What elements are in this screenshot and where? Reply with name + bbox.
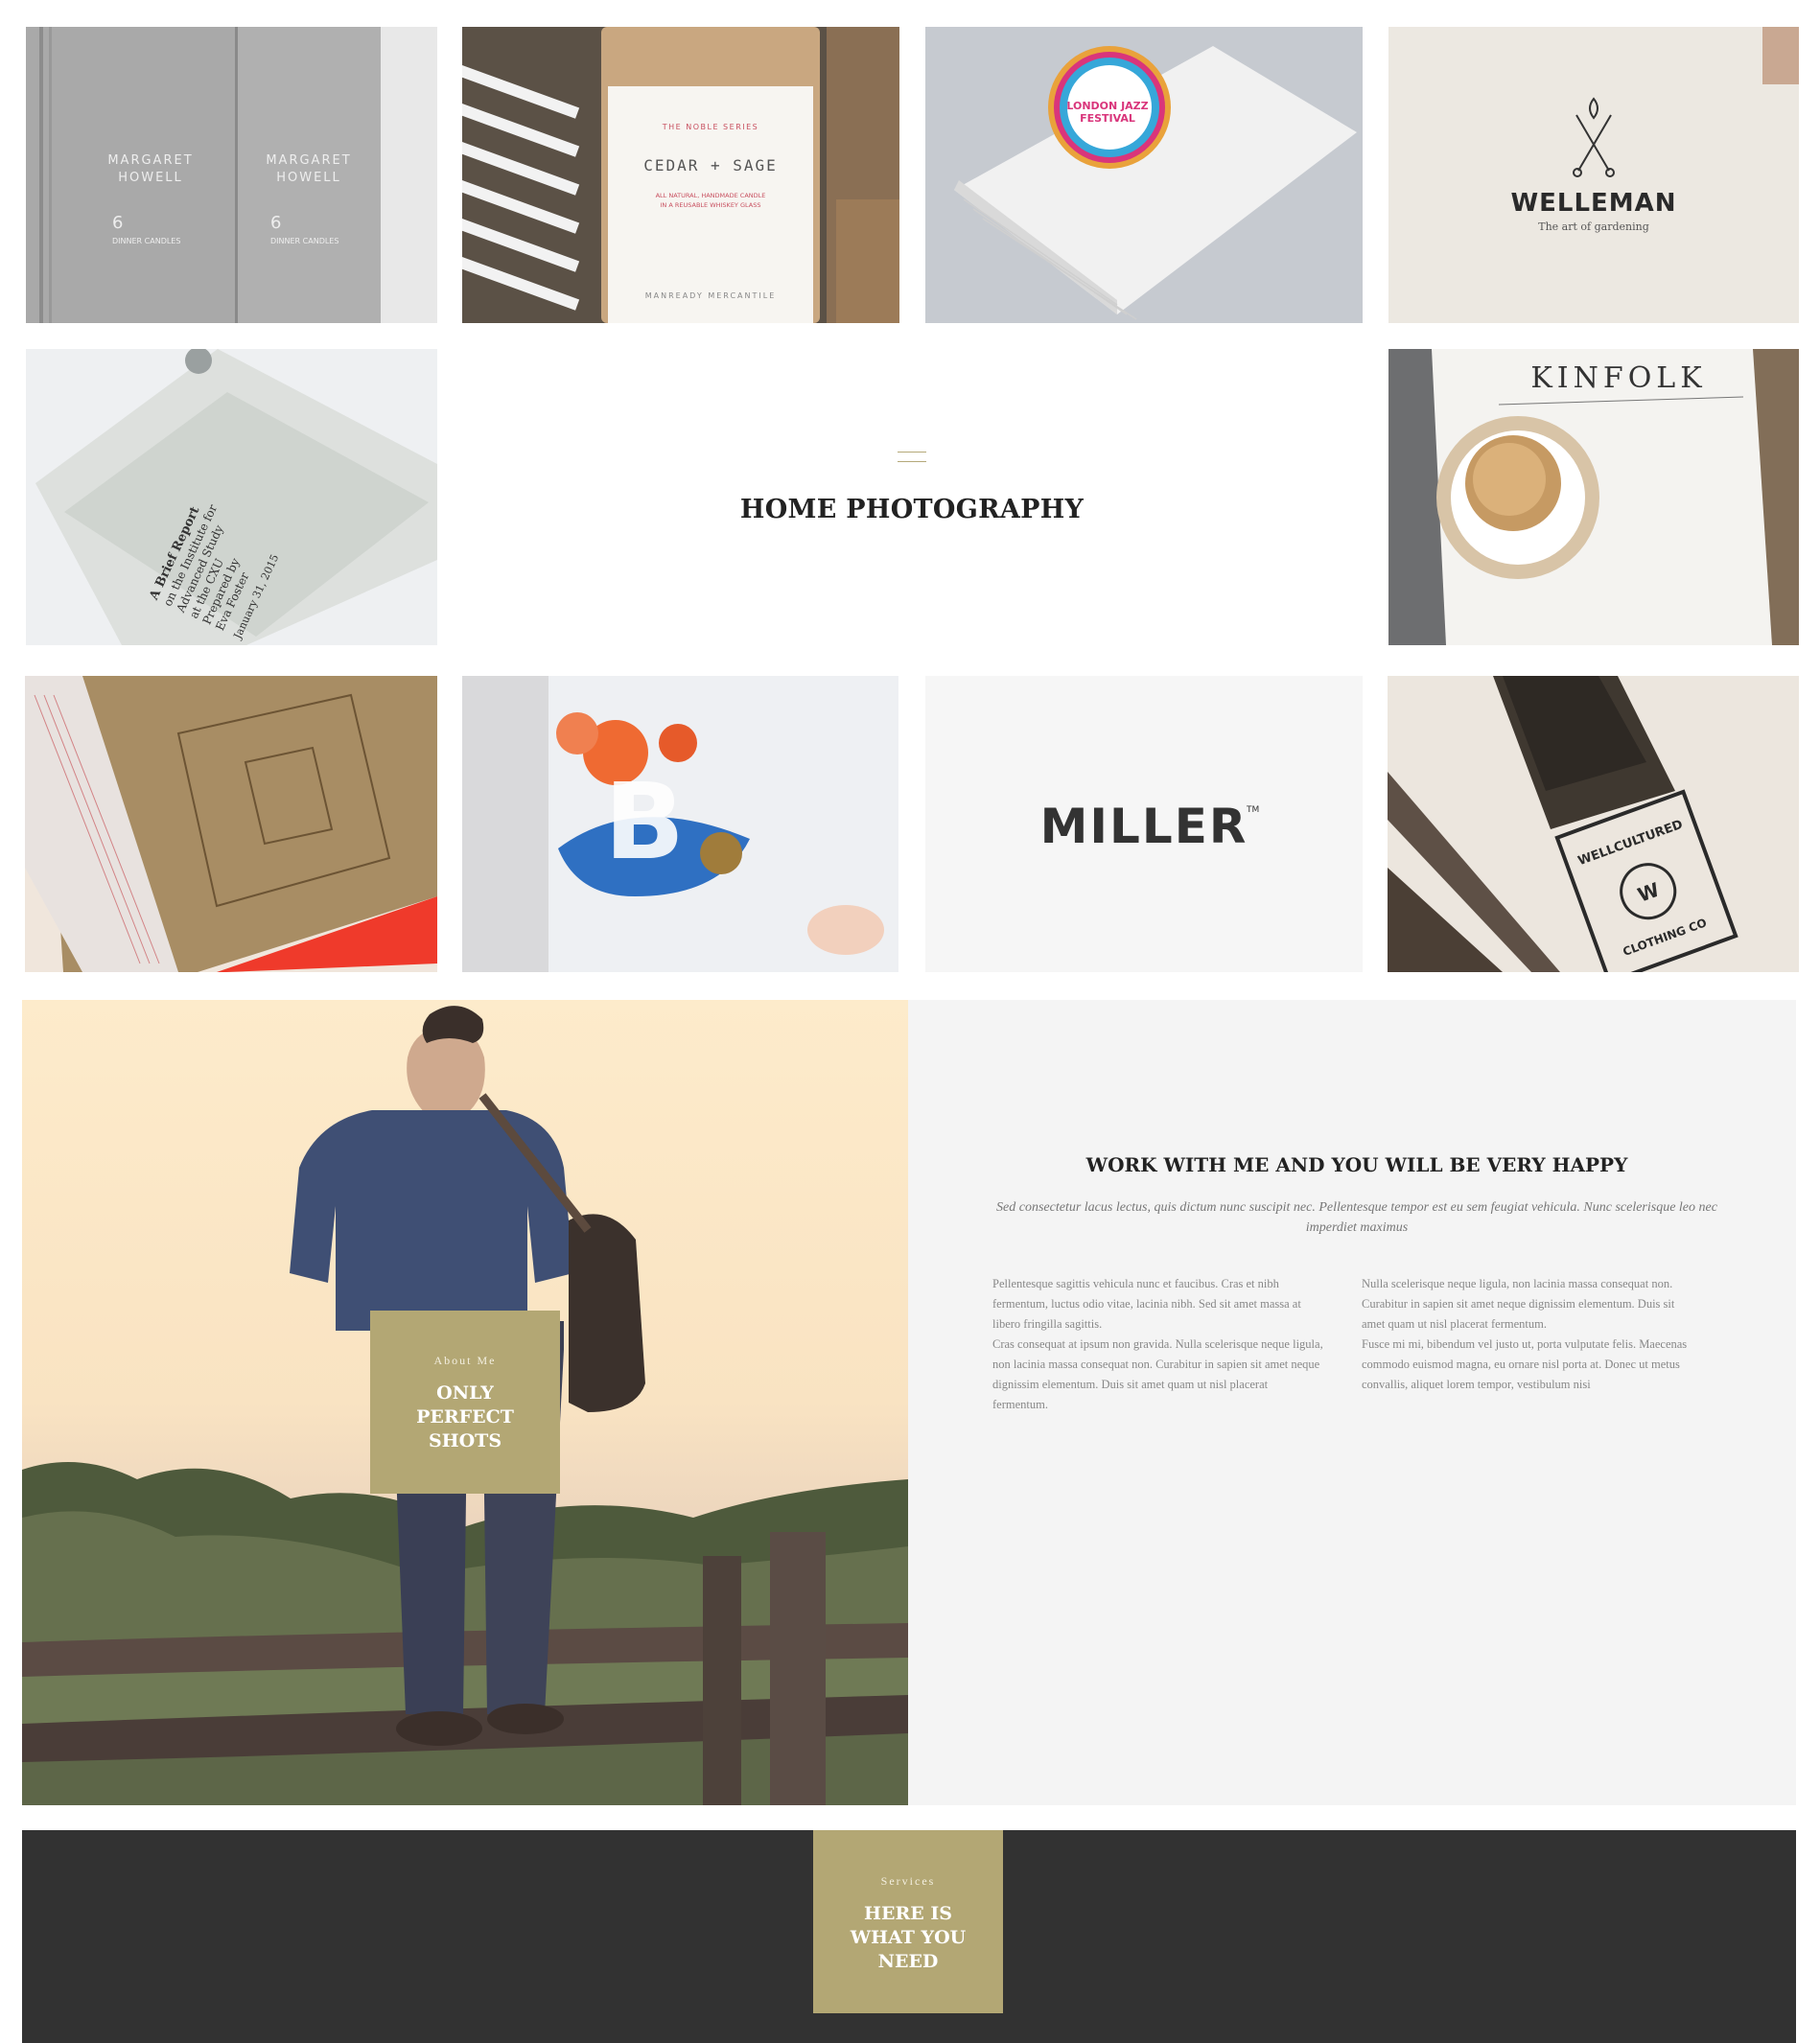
svg-text:CEDAR + SAGE: CEDAR + SAGE (643, 156, 778, 174)
about-heading: WORK WITH ME AND YOU WILL BE VERY HAPPY (1085, 1153, 1628, 1176)
about-title-box: About Me ONLY PERFECT SHOTS (370, 1311, 560, 1494)
about-paragraph: Cras consequat at ipsum non gravida. Nul… (992, 1337, 1323, 1411)
portfolio-tile-miller[interactable]: MILLER TM (925, 676, 1363, 972)
about-paragraph: Pellentesque sagittis vehicula nunc et f… (992, 1277, 1301, 1331)
svg-text:ALL NATURAL, HANDMADE CANDLE: ALL NATURAL, HANDMADE CANDLE (656, 192, 766, 199)
svg-text:HOWELL: HOWELL (276, 171, 341, 185)
svg-text:MILLER: MILLER (1040, 799, 1248, 854)
svg-text:THE NOBLE SERIES: THE NOBLE SERIES (662, 123, 759, 131)
about-paragraph: Nulla scelerisque neque ligula, non laci… (1362, 1277, 1675, 1331)
svg-text:6: 6 (270, 213, 281, 233)
about-photo: About Me ONLY PERFECT SHOTS (22, 1000, 908, 1805)
portfolio-tile-kinfolk[interactable]: KINFOLK (1388, 349, 1799, 645)
services-section: Services HERE IS WHAT YOU NEED (22, 1830, 1796, 2043)
svg-text:DINNER CANDLES: DINNER CANDLES (112, 237, 180, 245)
svg-text:TM: TM (1246, 805, 1259, 815)
portfolio-tile-margaret-howell[interactable]: MARGARET HOWELL MARGARET HOWELL 6 6 DINN… (26, 27, 437, 323)
about-section: About Me ONLY PERFECT SHOTS WORK WITH ME… (22, 1000, 1796, 1805)
about-title: ONLY PERFECT SHOTS (416, 1382, 514, 1451)
portfolio-tile-brief-report[interactable]: A Brief Report on the Institute for Adva… (26, 349, 437, 645)
svg-text:FESTIVAL: FESTIVAL (1080, 112, 1135, 125)
candle-boxes-image: MARGARET HOWELL MARGARET HOWELL 6 6 DINN… (26, 27, 437, 323)
portfolio-tile-cedar-sage[interactable]: THE NOBLE SERIES CEDAR + SAGE ALL NATURA… (462, 27, 899, 323)
svg-text:HOWELL: HOWELL (118, 171, 183, 185)
about-kicker: About Me (433, 1354, 497, 1367)
svg-text:6: 6 (112, 213, 123, 233)
portfolio-tile-b-illustration[interactable]: B (462, 676, 898, 972)
svg-text:KINFOLK: KINFOLK (1530, 361, 1706, 395)
svg-text:DINNER CANDLES: DINNER CANDLES (270, 237, 338, 245)
svg-text:The art of gardening: The art of gardening (1538, 221, 1649, 233)
svg-text:LONDON JAZZ: LONDON JAZZ (1066, 100, 1148, 112)
newspaper-stack-image: LONDON JAZZ FESTIVAL (925, 27, 1363, 323)
about-text-panel: WORK WITH ME AND YOU WILL BE VERY HAPPY … (992, 1153, 1721, 1415)
about-columns: Pellentesque sagittis vehicula nunc et f… (992, 1274, 1721, 1415)
about-column-left: Pellentesque sagittis vehicula nunc et f… (992, 1274, 1325, 1415)
services-title-box: Services HERE IS WHAT YOU NEED (813, 1830, 1003, 2013)
report-booklet-image: A Brief Report on the Institute for Adva… (26, 349, 437, 645)
miller-logo-image: MILLER TM (925, 676, 1363, 972)
services-kicker: Services (880, 1874, 936, 1888)
portfolio-tile-book-print[interactable] (25, 676, 437, 972)
portfolio-tile-wellcultured[interactable]: WELLCULTURED W CLOTHING CO (1388, 676, 1799, 972)
svg-text:MARGARET: MARGARET (107, 153, 193, 168)
svg-text:WELLEMAN: WELLEMAN (1510, 189, 1676, 218)
open-book-image (25, 676, 437, 972)
about-paragraph: Fusce mi mi, bibendum vel justo ut, port… (1362, 1337, 1688, 1391)
b-poster-image: B (462, 676, 898, 972)
about-lead: Sed consectetur lacus lectus, quis dictu… (996, 1200, 1717, 1235)
about-column-right: Nulla scelerisque neque ligula, non laci… (1362, 1274, 1694, 1415)
candle-jar-image: THE NOBLE SERIES CEDAR + SAGE ALL NATURA… (462, 27, 899, 323)
svg-text:MANREADY MERCANTILE: MANREADY MERCANTILE (645, 291, 777, 300)
page-title: HOME PHOTOGRAPHY (739, 495, 1085, 524)
portfolio-tile-welleman[interactable]: WELLEMAN The art of gardening (1388, 27, 1799, 323)
svg-text:IN A REUSABLE WHISKEY GLASS: IN A REUSABLE WHISKEY GLASS (661, 201, 761, 209)
portfolio-tile-london-jazz-festival[interactable]: LONDON JAZZ FESTIVAL (925, 27, 1363, 323)
wellcultured-stamp-image: WELLCULTURED W CLOTHING CO (1388, 676, 1799, 972)
svg-text:B: B (604, 760, 685, 883)
portfolio-center-cell: HOME PHOTOGRAPHY (462, 349, 1362, 645)
title-decoration (898, 452, 926, 471)
svg-text:MARGARET: MARGARET (266, 153, 351, 168)
kinfolk-magazine-image: KINFOLK (1388, 349, 1799, 645)
tote-bag-image: WELLEMAN The art of gardening (1388, 27, 1799, 323)
services-title: HERE IS WHAT YOU NEED (850, 1903, 967, 1972)
